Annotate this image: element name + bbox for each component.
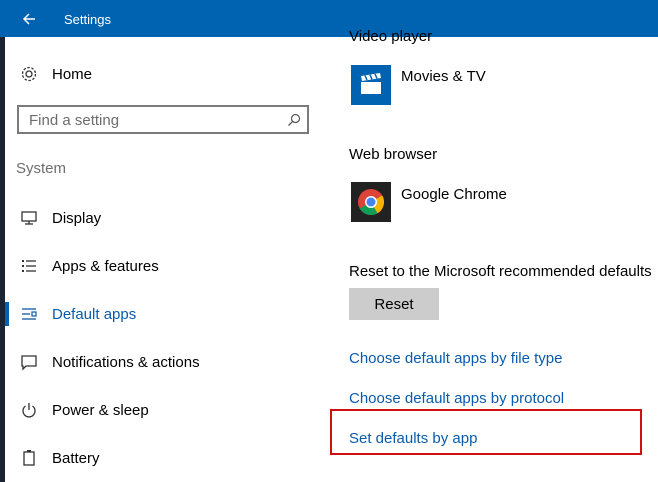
back-button[interactable] (10, 4, 48, 34)
sidebar-item-label: Display (52, 209, 102, 227)
reset-heading: Reset to the Microsoft recommended defau… (349, 263, 652, 280)
battery-icon (18, 447, 40, 469)
chrome-icon[interactable] (351, 182, 391, 222)
sidebar-item-label: Home (52, 65, 93, 83)
video-player-app-name[interactable]: Movies & TV (401, 68, 486, 85)
web-browser-heading: Web browser (349, 146, 438, 163)
sidebar-item-default-apps[interactable]: Default apps (18, 299, 136, 329)
reset-button[interactable]: Reset (349, 288, 439, 320)
web-browser-app-name[interactable]: Google Chrome (401, 186, 507, 203)
sidebar-item-home[interactable]: Home (18, 59, 92, 89)
movies-tv-icon[interactable] (351, 65, 391, 105)
choose-by-file-type-link[interactable]: Choose default apps by file type (349, 350, 562, 367)
search-placeholder: Find a setting (29, 112, 120, 129)
sidebar-item-label: Battery (52, 449, 100, 467)
window-edge (0, 37, 5, 482)
search-input[interactable]: Find a setting (17, 105, 309, 134)
highlight-annotation (330, 409, 642, 455)
default-apps-icon (18, 303, 40, 325)
sidebar-item-apps-features[interactable]: Apps & features (18, 251, 159, 281)
power-icon (18, 399, 40, 421)
list-icon (18, 255, 40, 277)
sidebar-item-label: Power & sleep (52, 401, 149, 419)
sidebar-item-notifications[interactable]: Notifications & actions (18, 347, 200, 377)
section-label-system: System (16, 160, 67, 177)
message-icon (18, 351, 40, 373)
sidebar-item-label: Apps & features (52, 257, 159, 275)
title-bar: Settings (0, 0, 658, 37)
sidebar-item-label: Notifications & actions (52, 353, 200, 371)
window-title: Settings (64, 12, 111, 27)
search-icon (288, 113, 301, 126)
sidebar-item-display[interactable]: Display (18, 203, 101, 233)
video-player-heading: Video player (349, 28, 433, 45)
sidebar-item-label: Default apps (52, 305, 137, 323)
sidebar-item-power-sleep[interactable]: Power & sleep (18, 395, 149, 425)
gear-icon (18, 63, 40, 85)
monitor-icon (18, 207, 40, 229)
back-arrow-icon (22, 13, 35, 25)
sidebar-item-battery[interactable]: Battery (18, 443, 100, 473)
choose-by-protocol-link[interactable]: Choose default apps by protocol (349, 390, 564, 407)
active-indicator (5, 302, 9, 326)
